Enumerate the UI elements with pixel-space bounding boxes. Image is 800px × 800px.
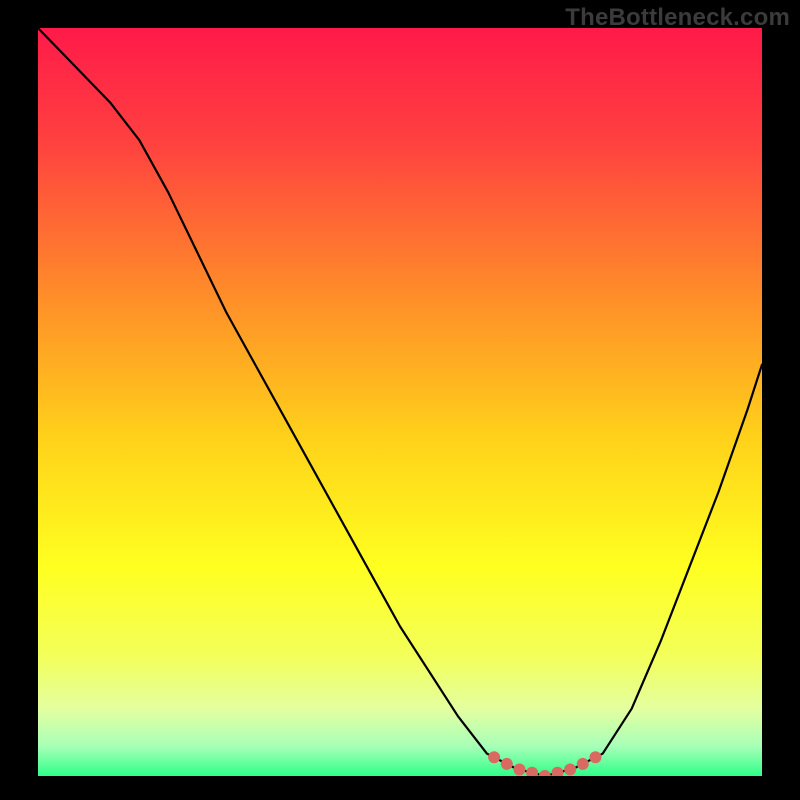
gradient-background <box>38 28 762 776</box>
optimal-marker <box>527 767 538 776</box>
optimal-marker <box>577 758 588 769</box>
optimal-marker <box>501 758 512 769</box>
bottleneck-chart <box>38 28 762 776</box>
chart-frame: TheBottleneck.com <box>0 0 800 800</box>
optimal-marker <box>514 764 525 775</box>
watermark-text: TheBottleneck.com <box>565 4 790 32</box>
optimal-marker <box>552 767 563 776</box>
optimal-marker <box>489 752 500 763</box>
optimal-marker <box>590 752 601 763</box>
optimal-marker <box>565 764 576 775</box>
chart-plot-area <box>38 28 762 776</box>
